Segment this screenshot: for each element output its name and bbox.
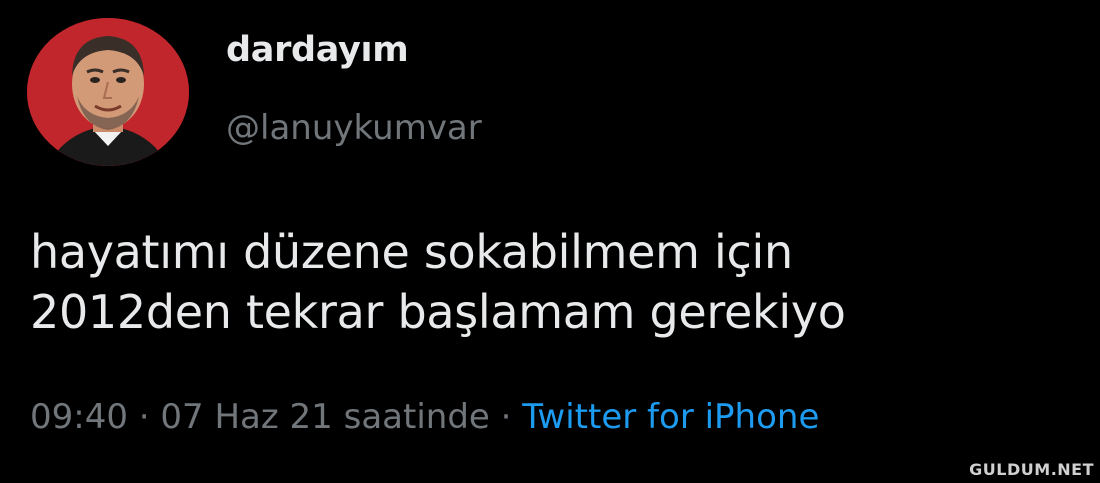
meta-separator: · (138, 397, 150, 437)
tweet-metadata: 09:40 · 07 Haz 21 saatinde · Twitter for… (30, 397, 819, 437)
tweet-time[interactable]: 09:40 (30, 397, 128, 437)
avatar[interactable] (27, 18, 189, 166)
site-watermark: GULDUM.NET (969, 460, 1094, 479)
tweet-text: hayatımı düzene sokabilmem için 2012den … (30, 222, 1090, 342)
profile-photo-icon (27, 18, 189, 166)
meta-separator: · (500, 397, 512, 437)
tweet-source-link[interactable]: Twitter for iPhone (522, 397, 819, 437)
tweet-text-line: hayatımı düzene sokabilmem için (30, 225, 793, 279)
tweet-date[interactable]: 07 Haz 21 saatinde (160, 397, 489, 437)
display-name[interactable]: dardayım (226, 30, 409, 70)
tweet-card: dardayım @lanuykumvar hayatımı düzene so… (0, 0, 1100, 483)
user-handle[interactable]: @lanuykumvar (226, 108, 482, 148)
tweet-text-line: 2012den tekrar başlamam gerekiyo (30, 285, 846, 339)
